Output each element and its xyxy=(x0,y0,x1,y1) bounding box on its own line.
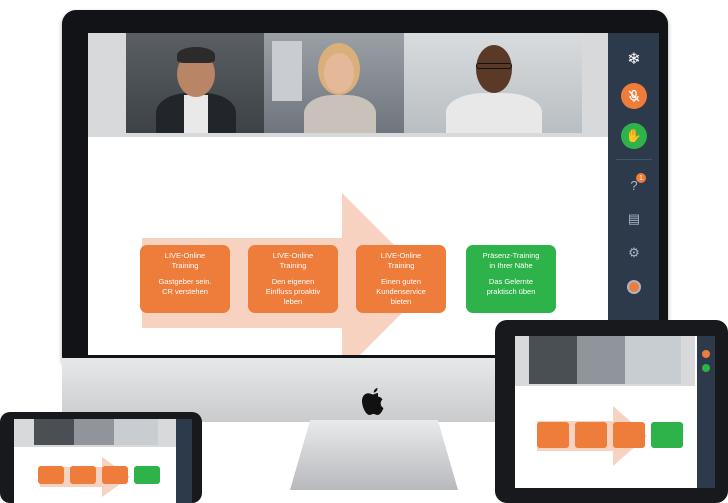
video-strip xyxy=(88,33,608,137)
mic-muted-icon xyxy=(702,350,710,358)
video-tile-participant-1 xyxy=(529,336,577,384)
participant-hair xyxy=(177,47,215,63)
imac-stand xyxy=(290,420,458,490)
step-box-2: LIVE-Online Training Den eigenen Einflus… xyxy=(248,245,338,313)
settings-icon[interactable]: ⚙ xyxy=(622,241,646,265)
tablet-right-screen xyxy=(515,336,715,488)
step-title: Präsenz-Training in Ihrer Nähe xyxy=(482,251,540,270)
video-strip xyxy=(14,419,176,447)
video-tiles xyxy=(126,33,582,133)
step-box-3 xyxy=(102,466,128,484)
step-box-4 xyxy=(134,466,160,484)
step-text: Das Gelernte praktisch üben xyxy=(486,277,536,296)
raise-hand-button[interactable]: ✋ xyxy=(621,123,647,149)
video-tile-participant-2 xyxy=(74,419,114,445)
video-tile-participant-2[interactable] xyxy=(264,33,404,133)
video-tile-participant-3 xyxy=(114,419,158,445)
step-text: Einen guten Kundenservice bieten xyxy=(376,277,426,306)
video-strip xyxy=(515,336,695,386)
participant-body xyxy=(446,93,542,133)
step-box-1 xyxy=(38,466,64,484)
step-box-3 xyxy=(613,422,645,448)
step-box-4: Präsenz-Training in Ihrer Nähe Das Geler… xyxy=(466,245,556,313)
notes-icon[interactable]: ▤ xyxy=(622,207,646,231)
video-tile-participant-1[interactable] xyxy=(126,33,264,133)
video-tile-participant-1 xyxy=(34,419,74,445)
participant-shirt xyxy=(184,95,208,133)
control-sidebar xyxy=(176,419,192,503)
participant-head xyxy=(324,53,354,93)
step-title: LIVE-Online Training xyxy=(164,251,206,270)
step-box-1 xyxy=(537,422,569,448)
glasses xyxy=(476,63,512,69)
snowflake-icon[interactable]: ❄ xyxy=(622,47,646,71)
step-box-1: LIVE-Online Training Gastgeber sein. CR … xyxy=(140,245,230,313)
mute-microphone-button[interactable] xyxy=(621,83,647,109)
step-title: LIVE-Online Training xyxy=(272,251,314,270)
imac-screen: LIVE-Online Training Gastgeber sein. CR … xyxy=(88,33,659,355)
mic-muted-icon xyxy=(628,89,640,102)
step-title: LIVE-Online Training xyxy=(380,251,422,270)
tablet-left-screen xyxy=(14,419,192,503)
control-sidebar: ❄ ✋ ? 1 ▤ ⚙ xyxy=(608,33,659,355)
record-icon xyxy=(627,280,641,294)
video-tile-participant-2 xyxy=(577,336,625,384)
step-box-2 xyxy=(70,466,96,484)
participant-head xyxy=(476,45,512,93)
participant-body xyxy=(304,95,376,133)
step-text: Gastgeber sein. CR verstehen xyxy=(158,277,212,296)
sidebar-divider xyxy=(616,159,652,160)
record-button[interactable] xyxy=(622,275,646,299)
question-count-badge: 1 xyxy=(636,173,646,183)
raise-hand-icon xyxy=(702,364,710,372)
video-tile-participant-3 xyxy=(625,336,681,384)
control-sidebar xyxy=(697,336,715,488)
apple-logo-icon xyxy=(362,388,384,415)
video-tile-participant-3[interactable] xyxy=(404,33,582,133)
step-box-2 xyxy=(575,422,607,448)
step-box-3: LIVE-Online Training Einen guten Kundens… xyxy=(356,245,446,313)
step-text: Den eigenen Einfluss proaktiv leben xyxy=(265,277,321,306)
step-box-4 xyxy=(651,422,683,448)
raise-hand-icon: ✋ xyxy=(625,128,643,143)
background-window xyxy=(272,41,302,101)
